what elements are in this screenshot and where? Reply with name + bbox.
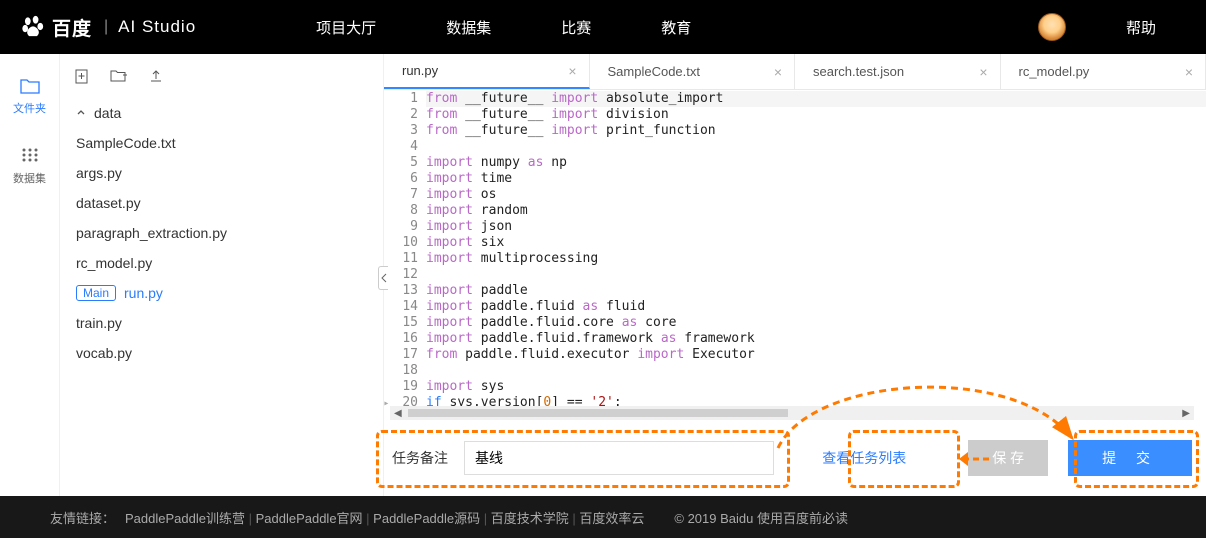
rail-datasets-label: 数据集 [13, 170, 46, 186]
close-icon[interactable]: × [1185, 64, 1193, 80]
tab-label: SampleCode.txt [608, 64, 701, 79]
file-panel: data SampleCode.txt args.py dataset.py para… [60, 54, 384, 496]
rail-files[interactable]: 文件夹 [13, 78, 46, 116]
tab-rc_model.py[interactable]: rc_model.py × [1001, 54, 1206, 89]
footer-copyright: © 2019 Baidu 使用百度前必读 [674, 508, 848, 527]
dataset-icon [20, 146, 40, 164]
submit-button[interactable]: 提 交 [1068, 440, 1192, 476]
chevron-left-icon [381, 273, 387, 283]
nav-link-education[interactable]: 教育 [661, 17, 691, 38]
brand-text: 百度 [52, 14, 92, 41]
file-row-SampleCode.txt[interactable]: SampleCode.txt [70, 128, 373, 158]
folder-name: data [94, 105, 121, 121]
footer: 友情链接： PaddlePaddle训练营 | PaddlePaddle官网 |… [0, 496, 1206, 538]
code-editor[interactable]: 123456789101112131415161718192021222324 … [384, 90, 1206, 406]
tab-label: rc_model.py [1019, 64, 1090, 79]
tab-label: search.test.json [813, 64, 904, 79]
file-list: data SampleCode.txt args.py dataset.py para… [60, 98, 383, 368]
new-file-icon[interactable] [74, 68, 90, 84]
baidu-paw-icon [20, 14, 46, 40]
rail-files-label: 文件夹 [13, 100, 46, 116]
footer-label: 友情链接： [50, 508, 115, 527]
close-icon[interactable]: × [568, 63, 576, 79]
left-rail: 文件夹 数据集 [0, 54, 60, 496]
file-name: train.py [76, 315, 122, 331]
file-row-args.py[interactable]: args.py [70, 158, 373, 188]
tab-label: run.py [402, 63, 438, 78]
footer-link[interactable]: PaddlePaddle官网 [256, 511, 363, 526]
footer-link[interactable]: PaddlePaddle源码 [373, 511, 480, 526]
file-row-paragraph_extraction.py[interactable]: paragraph_extraction.py [70, 218, 373, 248]
scroll-right-icon[interactable]: ▶ [1182, 408, 1190, 419]
file-row-rc_model.py[interactable]: rc_model.py [70, 248, 373, 278]
action-bar: 任务备注 查看任务列表 保 存 提 交 [384, 420, 1206, 496]
new-folder-icon[interactable] [110, 68, 128, 84]
caret-icon [76, 108, 86, 118]
main-badge: Main [76, 285, 116, 301]
file-row-dataset.py[interactable]: dataset.py [70, 188, 373, 218]
top-nav: 百度 | AI Studio 项目大厅 数据集 比赛 教育 帮助 [0, 0, 1206, 54]
tab-SampleCode.txt[interactable]: SampleCode.txt × [590, 54, 796, 89]
file-name: dataset.py [76, 195, 141, 211]
close-icon[interactable]: × [979, 64, 987, 80]
tab-search.test.json[interactable]: search.test.json × [795, 54, 1001, 89]
scroll-thumb[interactable] [408, 409, 788, 417]
nav-link-datasets[interactable]: 数据集 [446, 17, 491, 38]
footer-link[interactable]: PaddlePaddle训练营 [125, 511, 245, 526]
collapse-handle[interactable] [378, 266, 388, 290]
view-tasks-link[interactable]: 查看任务列表 [816, 448, 912, 468]
brand-sub: AI Studio [118, 17, 196, 37]
rail-datasets[interactable]: 数据集 [13, 146, 46, 186]
file-name: SampleCode.txt [76, 135, 176, 151]
editor-area: run.py×SampleCode.txt×search.test.json×r… [384, 54, 1206, 496]
file-name: vocab.py [76, 345, 132, 361]
scroll-left-icon[interactable]: ◀ [394, 408, 402, 419]
workspace: 文件夹 数据集 data SampleCode.txt args.py datase… [0, 54, 1206, 496]
file-row-run.py[interactable]: Main run.py [70, 278, 373, 308]
folder-icon [20, 78, 40, 94]
tab-bar: run.py×SampleCode.txt×search.test.json×r… [384, 54, 1206, 90]
file-name: rc_model.py [76, 255, 152, 271]
file-name: paragraph_extraction.py [76, 225, 227, 241]
footer-link[interactable]: 百度效率云 [579, 511, 644, 526]
file-toolbar [60, 54, 383, 98]
file-name: args.py [76, 165, 122, 181]
horizontal-scrollbar[interactable]: ◀ ▶ [390, 406, 1194, 420]
avatar[interactable] [1038, 13, 1066, 41]
nav-link-contests[interactable]: 比赛 [561, 17, 591, 38]
file-row-vocab.py[interactable]: vocab.py [70, 338, 373, 368]
save-button[interactable]: 保 存 [968, 440, 1048, 476]
folder-row-data[interactable]: data [70, 98, 373, 128]
tab-run.py[interactable]: run.py × [384, 54, 590, 89]
nav-link-projects[interactable]: 项目大厅 [316, 17, 376, 38]
brand-divider: | [104, 18, 108, 36]
footer-link[interactable]: 百度技术学院 [491, 511, 569, 526]
close-icon[interactable]: × [774, 64, 782, 80]
file-name: run.py [124, 285, 163, 301]
task-note-input[interactable] [464, 441, 774, 475]
brand-logo[interactable]: 百度 | AI Studio [20, 14, 196, 41]
nav-help[interactable]: 帮助 [1126, 17, 1156, 38]
upload-icon[interactable] [148, 68, 164, 84]
task-label: 任务备注 [392, 448, 448, 468]
nav-links: 项目大厅 数据集 比赛 教育 [316, 17, 1038, 38]
file-row-train.py[interactable]: train.py [70, 308, 373, 338]
